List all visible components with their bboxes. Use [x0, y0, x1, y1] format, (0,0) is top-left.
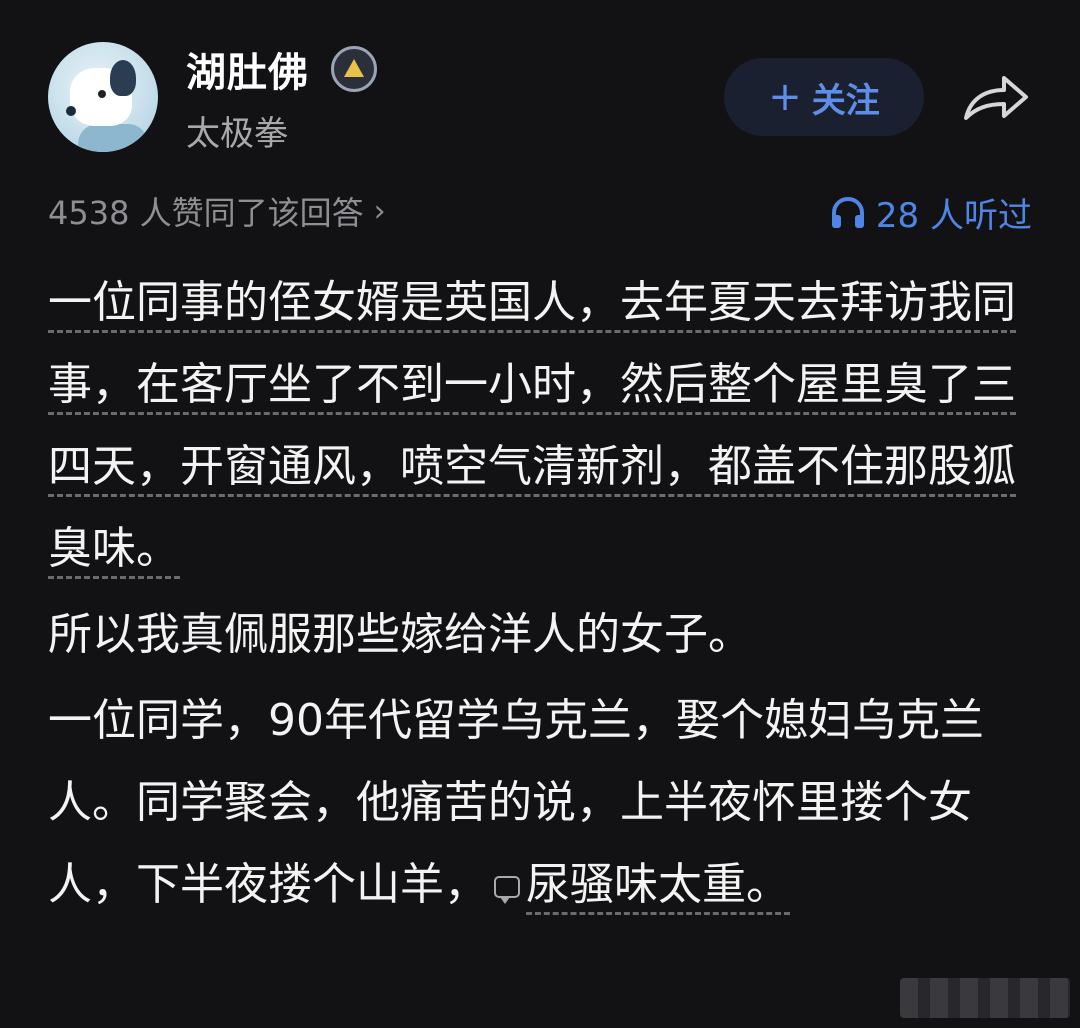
- paragraph-2: 所以我真佩服那些嫁给洋人的女子。: [48, 594, 1038, 676]
- paragraph-1: 一位同事的侄女婿是英国人，去年夏天去拜访我同事，在客厅坐了不到一小时，然后整个屋…: [48, 262, 1038, 590]
- author-name-row: 湖肚佛: [186, 40, 377, 98]
- share-arrow-icon[interactable]: [960, 70, 1032, 124]
- badge-mountain-shape: [344, 59, 364, 77]
- avatar-eye-shape: [98, 90, 106, 98]
- avatar-body-shape: [78, 124, 148, 152]
- plus-icon: +: [768, 74, 802, 120]
- author-avatar[interactable]: [48, 42, 158, 152]
- follow-button[interactable]: + 关注: [724, 58, 924, 136]
- headphones-icon: [831, 196, 864, 228]
- comment-icon[interactable]: [494, 876, 520, 904]
- avatar-ear-shape: [110, 60, 136, 96]
- answer-content: 一位同事的侄女婿是英国人，去年夏天去拜访我同事，在客厅坐了不到一小时，然后整个屋…: [48, 262, 1038, 930]
- medal-badge-icon[interactable]: [331, 46, 377, 92]
- answer-header: 湖肚佛 太极拳 + 关注: [0, 0, 1080, 180]
- paragraph-2-text: 所以我真佩服那些嫁给洋人的女子。: [48, 609, 752, 660]
- listened-count[interactable]: 28 人听过: [830, 188, 1032, 237]
- author-tag: 太极拳: [186, 114, 288, 154]
- paragraph-1-text[interactable]: 一位同事的侄女婿是英国人，去年夏天去拜访我同事，在客厅坐了不到一小时，然后整个屋…: [48, 277, 1016, 579]
- agree-count-text: 4538 人赞同了该回答: [48, 194, 364, 232]
- paragraph-3-text-b[interactable]: 尿骚味太重。: [526, 859, 790, 915]
- watermark: [900, 978, 1070, 1018]
- chevron-right-icon: ›: [373, 193, 386, 229]
- listened-text: 28 人听过: [875, 196, 1032, 236]
- paragraph-3: 一位同学，90年代留学乌克兰，娶个媳妇乌克兰人。同学聚会，他痛苦的说，上半夜怀里…: [48, 680, 1038, 926]
- author-name[interactable]: 湖肚佛: [186, 40, 309, 98]
- avatar-nose-shape: [66, 106, 76, 116]
- agree-count-link[interactable]: 4538 人赞同了该回答 ›: [48, 188, 386, 234]
- follow-label: 关注: [811, 80, 880, 121]
